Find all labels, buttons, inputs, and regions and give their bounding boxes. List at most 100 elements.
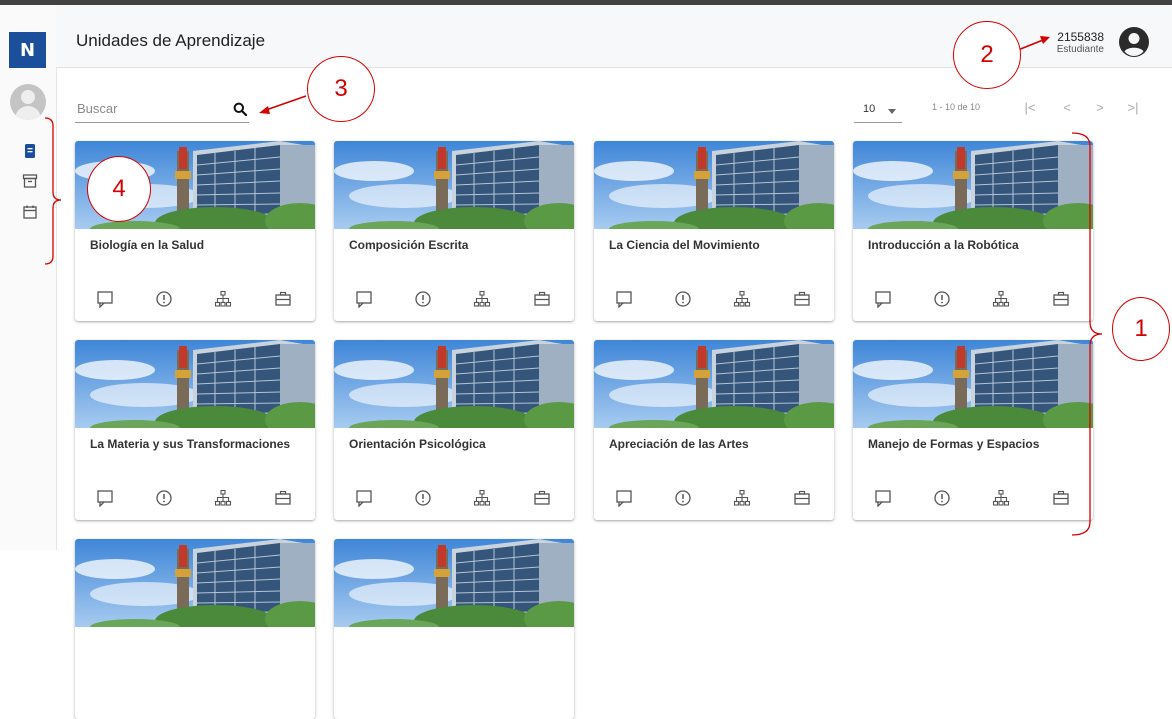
course-title[interactable]: Composición Escrita	[349, 238, 468, 252]
course-card[interactable]: La Materia y sus Transformaciones	[75, 340, 315, 520]
alert-button[interactable]	[673, 488, 693, 508]
annotation-4-circle: 4	[87, 156, 151, 222]
campus-building-image	[334, 340, 574, 428]
sidebar-item-calendar[interactable]	[20, 202, 40, 222]
briefcase-button[interactable]	[532, 289, 552, 309]
chat-button[interactable]	[354, 289, 374, 309]
briefcase-button[interactable]	[1051, 289, 1071, 309]
briefcase-icon	[534, 490, 550, 505]
alert-button[interactable]	[154, 488, 174, 508]
chat-button[interactable]	[614, 488, 634, 508]
hierarchy-button[interactable]	[213, 488, 233, 508]
course-title[interactable]: Manejo de Formas y Espacios	[868, 437, 1039, 451]
briefcase-button[interactable]	[792, 488, 812, 508]
prev-page-icon[interactable]: <	[1059, 99, 1075, 115]
annotation-2-circle: 2	[953, 21, 1021, 89]
hierarchy-icon	[992, 290, 1010, 307]
alert-button[interactable]	[154, 289, 174, 309]
campus-building-image	[75, 340, 315, 428]
avatar-head-shape	[21, 90, 35, 104]
hierarchy-icon	[473, 290, 491, 307]
campus-building-image	[594, 340, 834, 428]
hierarchy-button[interactable]	[991, 289, 1011, 309]
user-id: 2155838	[1057, 30, 1104, 44]
chat-button[interactable]	[873, 488, 893, 508]
page-size-value: 10	[863, 103, 876, 115]
alert-button[interactable]	[673, 289, 693, 309]
first-page-icon[interactable]: |<	[1022, 99, 1038, 115]
chat-button[interactable]	[354, 488, 374, 508]
chat-icon	[616, 291, 632, 308]
last-page-icon[interactable]: >|	[1125, 99, 1141, 115]
alert-icon	[415, 291, 431, 307]
briefcase-button[interactable]	[1051, 488, 1071, 508]
course-card[interactable]: Composición Escrita	[334, 141, 574, 321]
chat-button[interactable]	[614, 289, 634, 309]
hierarchy-button[interactable]	[213, 289, 233, 309]
card-actions	[594, 289, 834, 309]
card-actions	[853, 289, 1093, 309]
course-title[interactable]: La Materia y sus Transformaciones	[90, 437, 290, 451]
annotation-3-circle: 3	[307, 56, 375, 122]
alert-icon	[934, 291, 950, 307]
app-logo[interactable]: N	[9, 32, 46, 68]
search-input[interactable]	[75, 100, 229, 117]
course-card[interactable]: Introducción a la Robótica	[853, 141, 1093, 321]
chat-button[interactable]	[95, 488, 115, 508]
chat-button[interactable]	[873, 289, 893, 309]
alert-button[interactable]	[413, 289, 433, 309]
briefcase-button[interactable]	[273, 289, 293, 309]
alert-icon	[415, 490, 431, 506]
alert-button[interactable]	[932, 289, 952, 309]
briefcase-button[interactable]	[532, 488, 552, 508]
course-title[interactable]: Apreciación de las Artes	[609, 437, 749, 451]
briefcase-icon	[794, 490, 810, 505]
course-title[interactable]: Orientación Psicológica	[349, 437, 486, 451]
course-card[interactable]: Orientación Psicológica	[334, 340, 574, 520]
search-icon[interactable]	[233, 102, 247, 116]
card-actions	[75, 289, 315, 309]
hierarchy-button[interactable]	[991, 488, 1011, 508]
chat-button[interactable]	[95, 289, 115, 309]
sidebar-avatar[interactable]	[10, 84, 46, 120]
card-actions	[75, 488, 315, 508]
course-card[interactable]	[334, 539, 574, 719]
next-page-icon[interactable]: >	[1092, 99, 1108, 115]
briefcase-icon	[1053, 291, 1069, 306]
alert-button[interactable]	[413, 488, 433, 508]
sidebar-item-archive[interactable]	[20, 171, 40, 191]
course-title[interactable]: La Ciencia del Movimiento	[609, 238, 760, 252]
course-title[interactable]: Biología en la Salud	[90, 238, 204, 252]
briefcase-icon	[275, 490, 291, 505]
course-card[interactable]	[75, 539, 315, 719]
briefcase-button[interactable]	[273, 488, 293, 508]
hierarchy-button[interactable]	[732, 289, 752, 309]
annotation-3-arrow	[265, 95, 307, 111]
hierarchy-icon	[214, 489, 232, 506]
sidebar: N	[0, 5, 57, 550]
card-actions	[334, 488, 574, 508]
briefcase-button[interactable]	[792, 289, 812, 309]
alert-icon	[675, 490, 691, 506]
account-circle-icon[interactable]	[1118, 26, 1150, 58]
course-card[interactable]: Manejo de Formas y Espacios	[853, 340, 1093, 520]
page-size-select[interactable]: 10	[854, 100, 902, 123]
search-box	[75, 96, 249, 123]
hierarchy-icon	[992, 489, 1010, 506]
page-title: Unidades de Aprendizaje	[76, 31, 266, 50]
sidebar-item-units[interactable]	[20, 141, 40, 161]
chat-icon	[356, 490, 372, 507]
chat-icon	[97, 291, 113, 308]
chevron-down-icon	[888, 109, 896, 114]
course-title[interactable]: Introducción a la Robótica	[868, 238, 1019, 252]
hierarchy-button[interactable]	[472, 289, 492, 309]
hierarchy-button[interactable]	[732, 488, 752, 508]
course-card[interactable]: La Ciencia del Movimiento	[594, 141, 834, 321]
chat-icon	[875, 291, 891, 308]
hierarchy-icon	[733, 489, 751, 506]
hierarchy-button[interactable]	[472, 488, 492, 508]
campus-building-image	[334, 539, 574, 627]
briefcase-icon	[794, 291, 810, 306]
alert-button[interactable]	[932, 488, 952, 508]
course-card[interactable]: Apreciación de las Artes	[594, 340, 834, 520]
